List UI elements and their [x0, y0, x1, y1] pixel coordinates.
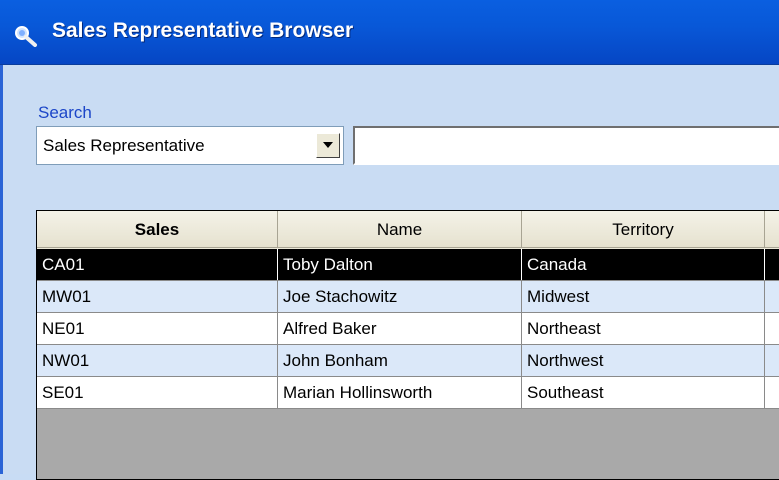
cell-territory: Northeast	[522, 313, 765, 344]
dropdown-button[interactable]	[316, 133, 340, 158]
column-header-filler	[765, 211, 779, 248]
table-row[interactable]: MW01 Joe Stachowitz Midwest	[37, 281, 779, 313]
column-header-name[interactable]: Name	[278, 211, 522, 248]
title-bar[interactable]: Sales Representative Browser	[0, 0, 779, 65]
chevron-down-icon	[323, 142, 333, 148]
table-row[interactable]: CA01 Toby Dalton Canada	[37, 249, 779, 281]
cell-territory: Northwest	[522, 345, 765, 376]
cell-name: Toby Dalton	[278, 249, 522, 280]
search-field-dropdown[interactable]: Sales Representative	[36, 126, 344, 165]
cell-name: Marian Hollinsworth	[278, 377, 522, 408]
window-frame-left	[0, 65, 3, 474]
table-header: Sales Name Territory	[37, 211, 779, 249]
cell-territory: Southeast	[522, 377, 765, 408]
cell-name: Alfred Baker	[278, 313, 522, 344]
column-header-sales[interactable]: Sales	[37, 211, 278, 248]
cell-sales: NW01	[37, 345, 278, 376]
cell-name: Joe Stachowitz	[278, 281, 522, 312]
cell-sales: CA01	[37, 249, 278, 280]
search-input[interactable]	[353, 126, 779, 165]
table-row[interactable]: SE01 Marian Hollinsworth Southeast	[37, 377, 779, 409]
table-row[interactable]: NW01 John Bonham Northwest	[37, 345, 779, 377]
cell-territory: Canada	[522, 249, 765, 280]
cell-sales: NE01	[37, 313, 278, 344]
window-title: Sales Representative Browser	[52, 19, 354, 42]
sales-rep-table[interactable]: Sales Name Territory CA01 Toby Dalton Ca…	[36, 210, 779, 480]
search-label: Search	[38, 103, 92, 122]
cell-name: John Bonham	[278, 345, 522, 376]
table-row[interactable]: NE01 Alfred Baker Northeast	[37, 313, 779, 345]
magnifier-icon	[13, 25, 39, 47]
cell-sales: MW01	[37, 281, 278, 312]
cell-sales: SE01	[37, 377, 278, 408]
search-field-value: Sales Representative	[43, 136, 205, 155]
cell-territory: Midwest	[522, 281, 765, 312]
column-header-territory[interactable]: Territory	[522, 211, 765, 248]
